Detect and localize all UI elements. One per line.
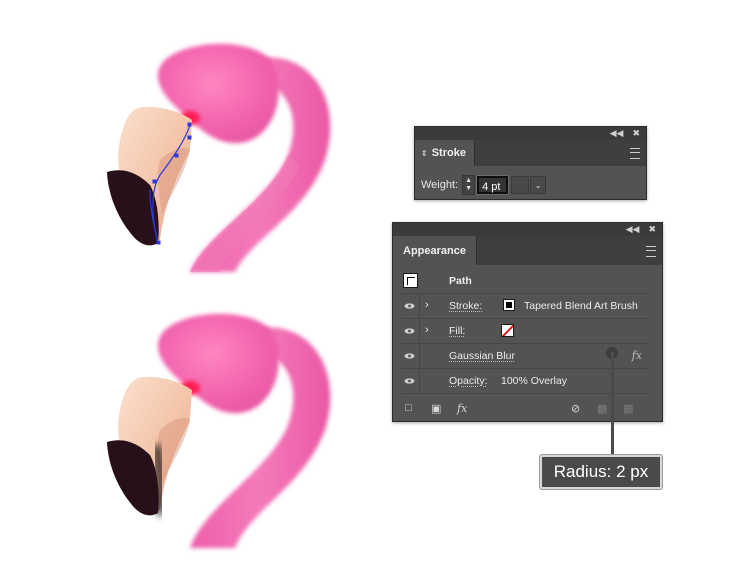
weight-dropdown-button[interactable]: ⌄: [530, 176, 547, 194]
chevron-right-icon[interactable]: ›: [425, 299, 429, 311]
chevron-right-icon[interactable]: ›: [425, 324, 429, 336]
weight-dropdown-field[interactable]: [511, 176, 530, 194]
panel-tab-row: ⇕ Stroke: [415, 140, 646, 166]
visibility-toggle[interactable]: [401, 344, 420, 368]
stroke-color-swatch[interactable]: [503, 299, 515, 311]
duplicate-item-icon[interactable]: ▩: [597, 402, 607, 415]
stroke-panel: ◀◀ ✖ ⇕ Stroke Weight: ▲ ▼ 4 pt ⌄: [414, 126, 647, 200]
effect-label[interactable]: Gaussian Blur: [449, 350, 515, 362]
eye-icon[interactable]: [404, 328, 415, 334]
chevron-up-icon[interactable]: ▲: [465, 177, 472, 185]
weight-stepper[interactable]: ▲ ▼: [462, 175, 476, 195]
chevron-down-icon: ⌄: [534, 180, 542, 190]
add-effect-icon[interactable]: fx: [457, 402, 467, 415]
clear-appearance-icon[interactable]: ⊘: [571, 402, 580, 415]
add-stroke-icon[interactable]: □: [405, 402, 412, 414]
fx-icon[interactable]: fx: [632, 349, 642, 362]
eye-icon[interactable]: [404, 303, 415, 309]
fill-none-swatch[interactable]: [501, 324, 514, 337]
radius-callout: Radius: 2 px: [540, 455, 662, 489]
flamingo-bottom: [107, 313, 331, 548]
fill-row[interactable]: › Fill:: [401, 319, 650, 344]
tab-appearance[interactable]: Appearance: [393, 236, 477, 265]
tab-appearance-label: Appearance: [403, 244, 466, 257]
panel-menu-icon[interactable]: [646, 246, 656, 257]
path-row[interactable]: Path: [401, 269, 650, 294]
close-icon[interactable]: ✖: [648, 224, 656, 235]
appearance-panel: ◀◀ ✖ Appearance Path › Stroke: Tapered B…: [392, 222, 663, 422]
visibility-toggle[interactable]: [401, 369, 420, 393]
panel-titlebar[interactable]: ◀◀ ✖: [393, 223, 662, 236]
appearance-footer: □ ▣ fx ⊘ ▩ ▦: [393, 397, 662, 421]
panel-menu-icon[interactable]: [630, 148, 640, 159]
stroke-value: Tapered Blend Art Brush: [524, 300, 638, 312]
path-label: Path: [449, 275, 472, 287]
close-icon[interactable]: ✖: [632, 128, 640, 139]
trash-icon[interactable]: ▦: [623, 402, 633, 415]
tab-stroke[interactable]: ⇕ Stroke: [415, 140, 475, 166]
add-fill-icon[interactable]: ▣: [431, 402, 441, 415]
callout-leader-line: [611, 352, 614, 458]
weight-input[interactable]: 4 pt: [477, 176, 509, 194]
panel-titlebar[interactable]: ◀◀ ✖: [415, 127, 646, 140]
flamingo-top: [107, 43, 331, 273]
flamingo-illustration: [107, 43, 331, 548]
stroke-row[interactable]: › Stroke: Tapered Blend Art Brush: [401, 294, 650, 319]
chevron-down-icon[interactable]: ▼: [465, 185, 472, 193]
weight-label: Weight:: [421, 179, 459, 191]
panel-tab-row: Appearance: [393, 236, 662, 265]
opacity-label[interactable]: Opacity:: [449, 375, 488, 387]
visibility-toggle[interactable]: [401, 294, 420, 318]
expand-arrows-icon[interactable]: ⇕: [421, 149, 428, 158]
eye-icon[interactable]: [404, 378, 415, 384]
path-thumbnail-icon: [403, 273, 418, 288]
eye-icon[interactable]: [404, 353, 415, 359]
fill-label[interactable]: Fill:: [449, 325, 465, 337]
collapse-icon[interactable]: ◀◀: [626, 224, 640, 235]
opacity-value: 100% Overlay: [501, 375, 567, 387]
tab-stroke-label: Stroke: [431, 147, 466, 159]
collapse-icon[interactable]: ◀◀: [610, 128, 624, 139]
stroke-label[interactable]: Stroke:: [449, 300, 482, 312]
visibility-toggle[interactable]: [401, 319, 420, 343]
weight-row: Weight: ▲ ▼ 4 pt ⌄: [421, 175, 547, 195]
